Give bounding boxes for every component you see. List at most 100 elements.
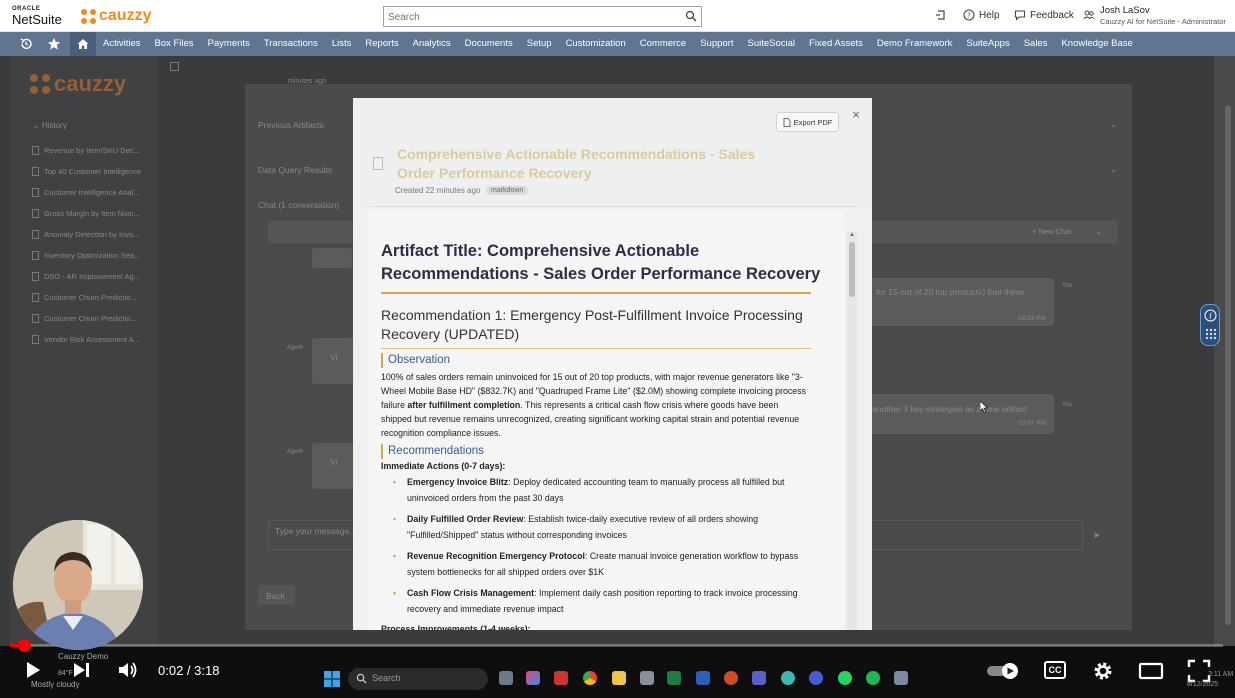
chat-input-placeholder: Type your message... <box>275 526 357 536</box>
history-section-header[interactable]: ⌄ History <box>33 121 67 130</box>
history-item[interactable]: Top 40 Customer Intelligence <box>32 161 156 182</box>
previous-artifacts-header[interactable]: Previous Artifacts <box>258 120 324 130</box>
theater-mode-icon[interactable] <box>1138 661 1164 681</box>
app-icon[interactable] <box>894 671 908 685</box>
new-chat-button[interactable]: + New Chat <box>1032 227 1071 236</box>
history-item[interactable]: Customer Intelligence Anal... <box>32 182 156 203</box>
excel-icon[interactable] <box>667 671 681 685</box>
app-icon[interactable] <box>781 671 795 685</box>
captions-button[interactable]: CC <box>1044 661 1066 679</box>
document-icon <box>32 272 39 281</box>
chrome-icon[interactable] <box>583 671 597 685</box>
history-item[interactable]: Customer Churn Predictio... <box>32 308 156 329</box>
teams-icon[interactable] <box>752 671 766 685</box>
nav-box-files[interactable]: Box Files <box>147 32 200 56</box>
word-icon[interactable] <box>696 671 710 685</box>
action-item: Revenue Recognition Emergency Protocol: … <box>381 548 821 580</box>
nav-sales[interactable]: Sales <box>1017 32 1055 56</box>
powerpoint-icon[interactable] <box>724 671 738 685</box>
history-item-label: Inventory Optimization Sea... <box>44 251 141 260</box>
content-scrollbar-thumb[interactable] <box>849 242 855 297</box>
autoplay-toggle[interactable] <box>986 662 1022 680</box>
nav-reports[interactable]: Reports <box>358 32 405 56</box>
help-button[interactable]: ? Help <box>963 9 1000 21</box>
volume-icon[interactable] <box>116 659 138 681</box>
play-icon[interactable] <box>22 659 44 681</box>
history-item[interactable]: Revenue by Item/SKU Dec... <box>32 140 156 161</box>
history-item[interactable]: Inventory Optimization Sea... <box>32 245 156 266</box>
user-message-bubble <box>868 394 1054 434</box>
history-icon[interactable] <box>19 37 33 51</box>
collapse-sidebar-icon[interactable] <box>170 62 179 71</box>
heading-rule <box>381 292 811 294</box>
global-search-input[interactable] <box>384 8 674 27</box>
spotify-icon[interactable] <box>866 671 880 685</box>
nav-lists[interactable]: Lists <box>325 32 359 56</box>
scroll-up-icon[interactable]: ▲ <box>848 232 856 240</box>
search-icon <box>356 673 367 684</box>
nav-suitesocial[interactable]: SuiteSocial <box>741 32 803 56</box>
data-query-results-header[interactable]: Data Query Results <box>258 165 332 175</box>
history-item[interactable]: Gross Margin by Item Num... <box>32 203 156 224</box>
calculator-icon[interactable] <box>640 671 654 685</box>
app-icon[interactable] <box>809 671 823 685</box>
settings-gear-icon[interactable] <box>1092 660 1114 682</box>
modal-divider <box>369 206 857 207</box>
nav-setup[interactable]: Setup <box>520 32 559 56</box>
history-list: Revenue by Item/SKU Dec... Top 40 Custom… <box>32 140 156 350</box>
created-ago-text: minutes ago <box>288 78 327 85</box>
agent-artifact-link[interactable]: Vi <box>330 352 337 362</box>
history-item[interactable]: Customer Churn Predictio... <box>32 287 156 308</box>
nav-knowledge-base[interactable]: Knowledge Base <box>1054 32 1139 56</box>
nav-customization[interactable]: Customization <box>559 32 633 56</box>
immediate-actions-list: Emergency Invoice Blitz: Deploy dedicate… <box>381 474 828 617</box>
assistant-widget[interactable]: i <box>1200 304 1220 346</box>
nav-transactions[interactable]: Transactions <box>257 32 325 56</box>
history-item-label: Gross Margin by Item Num... <box>44 209 140 218</box>
export-pdf-button[interactable]: Export PDF <box>776 112 839 132</box>
recent-records-button[interactable] <box>935 9 947 21</box>
taskbar-search[interactable]: Search <box>348 668 488 690</box>
chevron-down-icon[interactable]: ⌄ <box>1110 164 1117 175</box>
close-icon[interactable]: × <box>849 108 863 122</box>
nav-payments[interactable]: Payments <box>201 32 257 56</box>
document-icon <box>32 146 39 155</box>
windows-start-icon[interactable] <box>324 671 340 687</box>
chevron-down-icon[interactable]: ⌄ <box>1095 226 1102 237</box>
artifact-content[interactable]: Artifact Title: Comprehensive Actionable… <box>367 210 845 630</box>
nav-commerce[interactable]: Commerce <box>633 32 693 56</box>
cauzzy-logo[interactable]: cauzzy <box>81 6 151 26</box>
video-scrubber-handle[interactable] <box>18 639 31 652</box>
nav-fixed-assets[interactable]: Fixed Assets <box>802 32 870 56</box>
nav-support[interactable]: Support <box>693 32 740 56</box>
file-explorer-icon[interactable] <box>612 671 626 685</box>
snipping-tool-icon[interactable] <box>554 671 568 685</box>
history-item[interactable]: Anomaly Detection by Invo... <box>32 224 156 245</box>
page-scrollbar-thumb[interactable] <box>1225 105 1231 625</box>
nav-demo-framework[interactable]: Demo Framework <box>870 32 960 56</box>
cauzzy-mark-icon <box>81 8 96 24</box>
nav-analytics[interactable]: Analytics <box>406 32 458 56</box>
whatsapp-icon[interactable] <box>838 671 852 685</box>
nav-suiteapps[interactable]: SuiteApps <box>959 32 1016 56</box>
chevron-down-icon[interactable]: ⌄ <box>1110 119 1117 130</box>
nav-activities[interactable]: Activities <box>96 32 147 56</box>
netsuite-logo[interactable]: ORACLE NetSuite <box>12 6 62 26</box>
video-progress-bar[interactable] <box>10 644 1223 647</box>
agent-artifact-link[interactable]: Vi <box>330 457 337 467</box>
copilot-icon[interactable] <box>526 671 540 685</box>
next-video-icon[interactable] <box>70 659 92 681</box>
sidebar-cauzzy-wordmark: cauzzy <box>54 71 127 96</box>
chevron-down-icon: ⌄ <box>33 121 42 130</box>
task-view-icon[interactable] <box>499 671 513 685</box>
nav-documents[interactable]: Documents <box>458 32 520 56</box>
clock-date: 8/12/2025 <box>1187 681 1219 688</box>
history-item[interactable]: DSO - AR Improvement Ag... <box>32 266 156 287</box>
search-icon[interactable] <box>685 10 697 22</box>
star-icon[interactable] <box>47 37 61 51</box>
home-tab[interactable] <box>70 32 96 56</box>
send-icon[interactable]: ➤ <box>1093 530 1100 541</box>
history-item[interactable]: Vendor Risk Assessment A... <box>32 329 156 350</box>
feedback-button[interactable]: Feedback <box>1014 9 1074 21</box>
action-title: Cash Flow Crisis Management <box>407 588 535 598</box>
